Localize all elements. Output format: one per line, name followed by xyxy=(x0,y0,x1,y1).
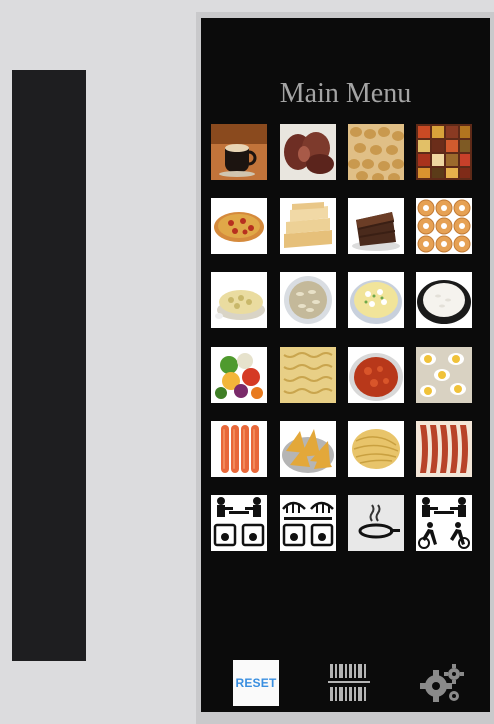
vegetables-tile[interactable] xyxy=(211,347,267,403)
tomato-sauce-tile[interactable] xyxy=(348,347,404,403)
spaghetti-tile[interactable] xyxy=(348,421,404,477)
reset-button[interactable]: RESET xyxy=(233,660,279,706)
page-title: Main Menu xyxy=(279,78,412,109)
bacon-tile[interactable] xyxy=(416,421,472,477)
chocolate-cake-tile[interactable] xyxy=(348,198,404,254)
settings-button[interactable] xyxy=(418,660,464,706)
pizza-tile[interactable] xyxy=(211,198,267,254)
egg-salad-tile[interactable] xyxy=(348,272,404,328)
gear-icon xyxy=(420,664,464,702)
grill-scale-tile[interactable] xyxy=(280,495,336,551)
pasta-salad-tile[interactable] xyxy=(211,272,267,328)
roast-meat-tile[interactable] xyxy=(280,124,336,180)
coffee-cup-tile[interactable] xyxy=(211,124,267,180)
chef-scale-tile[interactable] xyxy=(211,495,267,551)
flatbread-tile[interactable] xyxy=(280,198,336,254)
fusilli-pasta-tile[interactable] xyxy=(280,347,336,403)
reset-label: RESET xyxy=(235,676,277,690)
left-dark-panel xyxy=(12,70,86,661)
donuts-tile[interactable] xyxy=(416,198,472,254)
frying-pan-tile[interactable] xyxy=(348,495,404,551)
chef-activity-tile[interactable] xyxy=(416,495,472,551)
peanuts-tile[interactable] xyxy=(348,124,404,180)
sunflower-seeds-tile[interactable] xyxy=(280,272,336,328)
barcode-icon xyxy=(328,664,370,701)
sausages-tile[interactable] xyxy=(211,421,267,477)
barcode-toggle-button[interactable] xyxy=(326,660,372,706)
deviled-eggs-tile[interactable] xyxy=(416,347,472,403)
spices-tile[interactable] xyxy=(416,124,472,180)
rice-bowl-tile[interactable] xyxy=(416,272,472,328)
tortilla-chips-tile[interactable] xyxy=(280,421,336,477)
